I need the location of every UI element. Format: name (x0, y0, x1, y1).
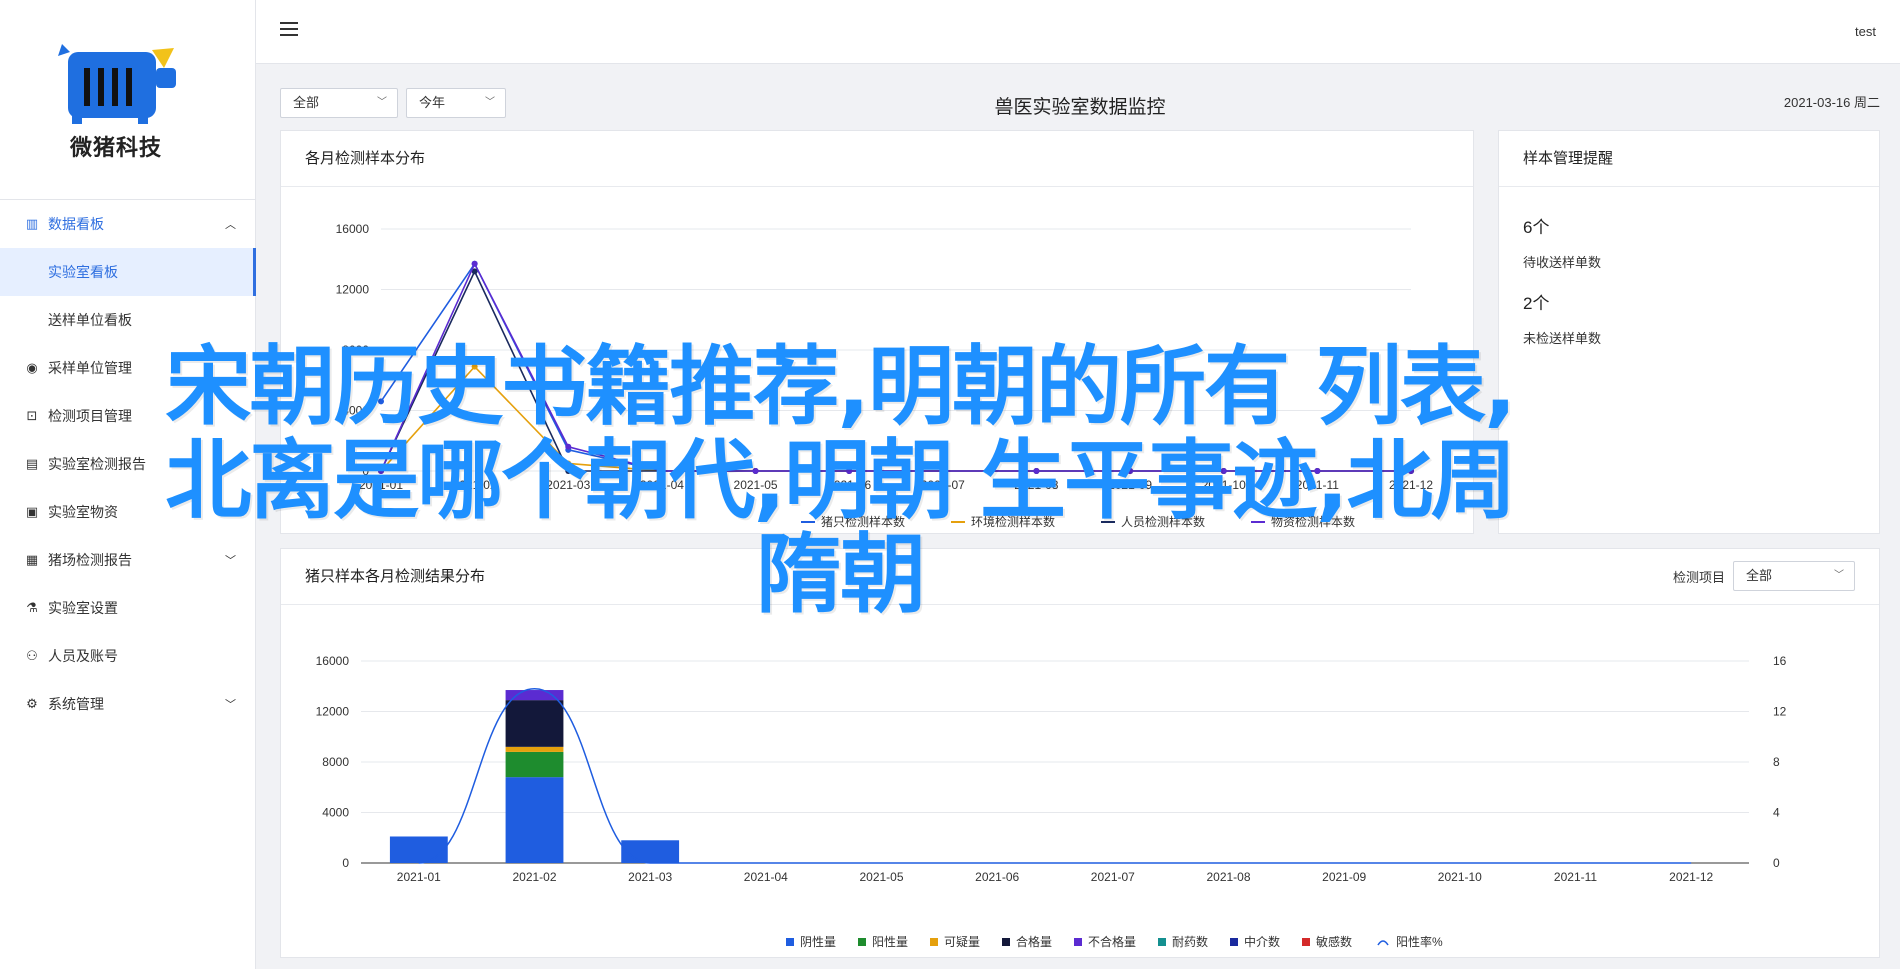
y-tick-label: 8000 (322, 755, 349, 769)
legend-swatch (858, 938, 866, 946)
legend-swatch (786, 938, 794, 946)
stat-value: 2个 (1523, 294, 1550, 313)
flask-icon: ⚗ (26, 600, 38, 615)
document-icon: ▤ (25, 456, 39, 471)
user-icon: ⚇ (26, 648, 38, 663)
legend-label: 合格量 (1016, 934, 1052, 949)
user-name[interactable]: test (1855, 24, 1876, 39)
chevron-up-icon: ︿ (225, 219, 236, 231)
card-title: 样本管理提醒 (1499, 131, 1879, 187)
legend-label: 中介数 (1244, 934, 1280, 949)
sidebar-item-users[interactable]: ⚇ 人员及账号 (0, 632, 256, 680)
stat-label: 待收送样单数 (1523, 255, 1602, 270)
bar-segment (389, 836, 448, 863)
legend-label: 阴性量 (800, 935, 836, 949)
y-tick-label: 12000 (316, 705, 350, 719)
box-icon: ▣ (25, 504, 39, 519)
legend-swatch (1230, 938, 1238, 946)
legend-swatch (1302, 938, 1310, 946)
legend-swatch (1002, 938, 1010, 946)
x-tick-label: 2021-05 (859, 870, 903, 884)
legend-label: 敏感数 (1316, 934, 1352, 949)
pig-results-chart: 0 4000 8000 12000 16000 0 4 8 12 16 2021-01 2021-02… (316, 654, 1787, 949)
positive-rate-line (418, 688, 1692, 864)
legend-label: 可疑量 (944, 934, 980, 949)
y2-tick-label: 8 (1773, 755, 1780, 769)
data-point (471, 260, 478, 267)
sidebar-subitem-lab-board[interactable]: 实验室看板 (0, 248, 256, 296)
overlay-line: 宋朝历史书籍推荐,明朝的所有 列表, (165, 337, 1516, 437)
brand-logo: 微猪科技 (0, 0, 255, 200)
y2-tick-label: 4 (1773, 806, 1780, 820)
pig-logo-icon (58, 44, 176, 124)
test-item-select-value: 全部 (1746, 568, 1773, 583)
legend-label: 不合格量 (1088, 934, 1136, 949)
bar-segment (505, 746, 564, 752)
x-tick-label: 2021-01 (397, 870, 441, 884)
sidebar-item-system[interactable]: ⚙ 系统管理 ﹀ (0, 680, 256, 728)
overlay-line: 北离是哪个朝代,明朝 生平事迹,北周 (165, 431, 1516, 531)
x-tick-label: 2021-08 (1206, 870, 1250, 884)
filter-bar: 全部 ﹀ 今年 ﹀ 兽医实验室数据监控 2021-03-16 周二 (280, 88, 1880, 120)
x-tick-label: 2021-07 (1091, 870, 1135, 884)
stat-value: 6个 (1523, 218, 1550, 237)
legend-label: 阳性率% (1396, 934, 1443, 949)
brand-name: 微猪科技 (70, 135, 163, 160)
sidebar-item-label: 人员及账号 (48, 648, 118, 664)
y-tick-label: 12000 (336, 283, 370, 297)
legend-swatch (1158, 938, 1166, 946)
eye-icon: ◉ (26, 360, 38, 375)
x-tick-label: 2021-02 (512, 870, 556, 884)
gear-icon: ⚙ (26, 696, 38, 711)
bar-segment (621, 840, 680, 863)
bar-segment (505, 777, 564, 863)
x-tick-label: 2021-12 (1669, 870, 1713, 884)
top-bar: test (256, 0, 1900, 64)
y-tick-label: 4000 (322, 806, 349, 820)
test-item-select[interactable]: 全部 ﹀ (1733, 561, 1855, 591)
y2-tick-label: 12 (1773, 705, 1787, 719)
sidebar-item-label: 系统管理 (48, 696, 104, 712)
bar-chart-icon: ▥ (25, 216, 39, 231)
page-title: 兽医实验室数据监控 (994, 97, 1166, 118)
x-tick-label: 2021-03 (628, 870, 672, 884)
y2-tick-label: 16 (1773, 654, 1787, 668)
lock-icon: ⊡ (26, 408, 38, 423)
y-tick-label: 16000 (316, 654, 350, 668)
y-tick-label: 0 (342, 856, 349, 870)
y2-tick-label: 0 (1773, 856, 1780, 870)
report-icon: ▦ (25, 552, 39, 567)
overlay-banner: 宋朝历史书籍推荐,明朝的所有 列表, 北离是哪个朝代,明朝 生平事迹,北周 隋朝 (40, 340, 1640, 622)
legend-swatch (1074, 938, 1082, 946)
stat-pending-receive[interactable]: 6个 待收送样单数 (1523, 213, 1601, 271)
bar-segment (505, 700, 564, 747)
current-date: 2021-03-16 周二 (1783, 95, 1880, 110)
card-title: 各月检测样本分布 (281, 131, 1473, 187)
hamburger-icon[interactable] (280, 22, 298, 40)
y-tick-label: 16000 (336, 222, 370, 236)
filter-label: 检测项目 (1672, 569, 1725, 585)
chevron-down-icon: ﹀ (1834, 570, 1844, 581)
stat-untested[interactable]: 2个 未检送样单数 (1523, 289, 1601, 347)
overlay-line: 隋朝 (756, 525, 926, 625)
bar-segment (505, 751, 564, 778)
legend-swatch (1377, 940, 1389, 946)
legend-swatch (930, 938, 938, 946)
x-tick-label: 2021-04 (744, 870, 788, 884)
sidebar-item-label: 数据看板 (48, 216, 104, 232)
legend-label: 阳性量 (872, 935, 908, 949)
x-tick-label: 2021-10 (1438, 870, 1482, 884)
legend-label: 耐药数 (1172, 934, 1208, 949)
test-item-filter: 检测项目 全部 ﹀ (1673, 561, 1855, 591)
x-tick-label: 2021-09 (1322, 870, 1366, 884)
chevron-down-icon: ﹀ (225, 699, 236, 711)
x-tick-label: 2021-06 (975, 870, 1019, 884)
sidebar-item-dashboard[interactable]: ▥ 数据看板 ︿ (0, 200, 256, 248)
x-tick-label: 2021-11 (1554, 870, 1597, 884)
bar-segment (505, 690, 564, 701)
